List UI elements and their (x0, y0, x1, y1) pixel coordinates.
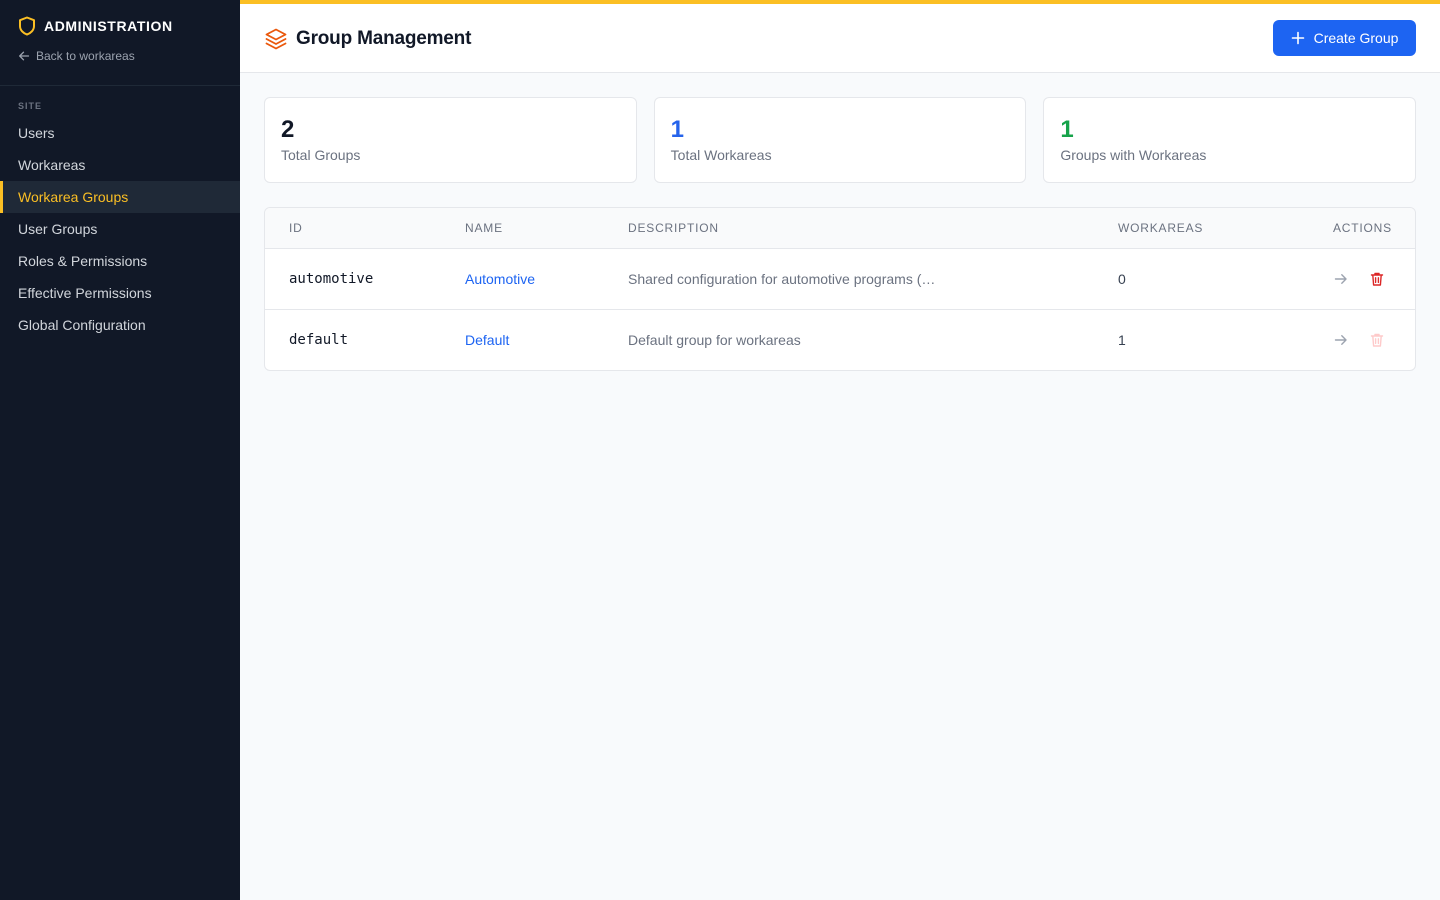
group-workareas-count: 1 (1118, 332, 1126, 348)
column-header-description: DESCRIPTION (628, 221, 719, 235)
shield-icon (19, 16, 35, 36)
stats-row: 2 Total Groups 1 Total Workareas 1 Group… (264, 97, 1417, 183)
column-header-id: ID (289, 221, 303, 235)
stat-card-total-workareas: 1 Total Workareas (653, 97, 1027, 183)
sidebar-item-global-configuration[interactable]: Global Configuration (0, 309, 240, 341)
stat-value: 1 (1060, 116, 1074, 143)
stat-card-groups-with-workareas: 1 Groups with Workareas (1043, 97, 1417, 183)
sidebar: ADMINISTRATION Back to workareas SITE Us… (0, 0, 240, 900)
page-header: Group Management Create Group (240, 0, 1440, 73)
sidebar-header: ADMINISTRATION Back to workareas (0, 0, 240, 86)
sidebar-item-workareas[interactable]: Workareas (0, 149, 240, 181)
stat-label: Total Workareas (670, 147, 772, 163)
create-group-button[interactable]: Create Group (1273, 20, 1416, 56)
group-description: Shared configuration for automotive prog… (628, 271, 936, 287)
table-row: default Default Default group for workar… (265, 310, 1415, 370)
sidebar-nav: Users Workareas Workarea Groups User Gro… (0, 117, 240, 341)
stat-label: Total Groups (281, 147, 361, 163)
groups-table: ID NAME DESCRIPTION WORKAREAS ACTIONS au… (264, 207, 1416, 371)
sidebar-item-roles-permissions[interactable]: Roles & Permissions (0, 245, 240, 277)
stat-card-total-groups: 2 Total Groups (264, 97, 637, 183)
layers-icon (265, 28, 287, 50)
group-id: default (289, 332, 349, 348)
sidebar-item-user-groups[interactable]: User Groups (0, 213, 240, 245)
sidebar-title: ADMINISTRATION (44, 18, 173, 34)
back-to-workareas-link[interactable]: Back to workareas (18, 49, 222, 63)
arrow-right-icon[interactable] (1333, 271, 1349, 287)
plus-icon (1291, 31, 1304, 45)
trash-icon-disabled (1370, 333, 1384, 347)
back-link-label: Back to workareas (36, 49, 135, 63)
group-name-link[interactable]: Default (465, 310, 509, 370)
group-workareas-count: 0 (1118, 271, 1126, 287)
page-title-text: Group Management (296, 28, 472, 49)
arrow-right-icon[interactable] (1333, 332, 1349, 348)
table-header: ID NAME DESCRIPTION WORKAREAS ACTIONS (265, 208, 1415, 249)
column-header-actions: ACTIONS (1333, 221, 1392, 235)
sidebar-section-label: SITE (18, 101, 43, 111)
trash-icon[interactable] (1369, 271, 1385, 287)
group-id: automotive (289, 271, 374, 287)
group-name-link[interactable]: Automotive (465, 249, 535, 310)
column-header-workareas: WORKAREAS (1118, 221, 1204, 235)
sidebar-item-users[interactable]: Users (0, 117, 240, 149)
group-description: Default group for workareas (628, 332, 801, 348)
sidebar-brand: ADMINISTRATION (18, 16, 222, 36)
column-header-name: NAME (465, 221, 503, 235)
sidebar-item-workarea-groups[interactable]: Workarea Groups (0, 181, 240, 213)
sidebar-item-effective-permissions[interactable]: Effective Permissions (0, 277, 240, 309)
arrow-left-icon (19, 51, 30, 61)
stat-value: 1 (670, 116, 685, 143)
stat-value: 2 (281, 116, 295, 143)
table-row: automotive Automotive Shared configurati… (265, 249, 1415, 310)
stat-label: Groups with Workareas (1060, 147, 1207, 163)
create-group-label: Create Group (1313, 30, 1399, 46)
main-content: Group Management Create Group 2 Total Gr… (240, 0, 1440, 900)
page-title: Group Management (264, 26, 471, 52)
